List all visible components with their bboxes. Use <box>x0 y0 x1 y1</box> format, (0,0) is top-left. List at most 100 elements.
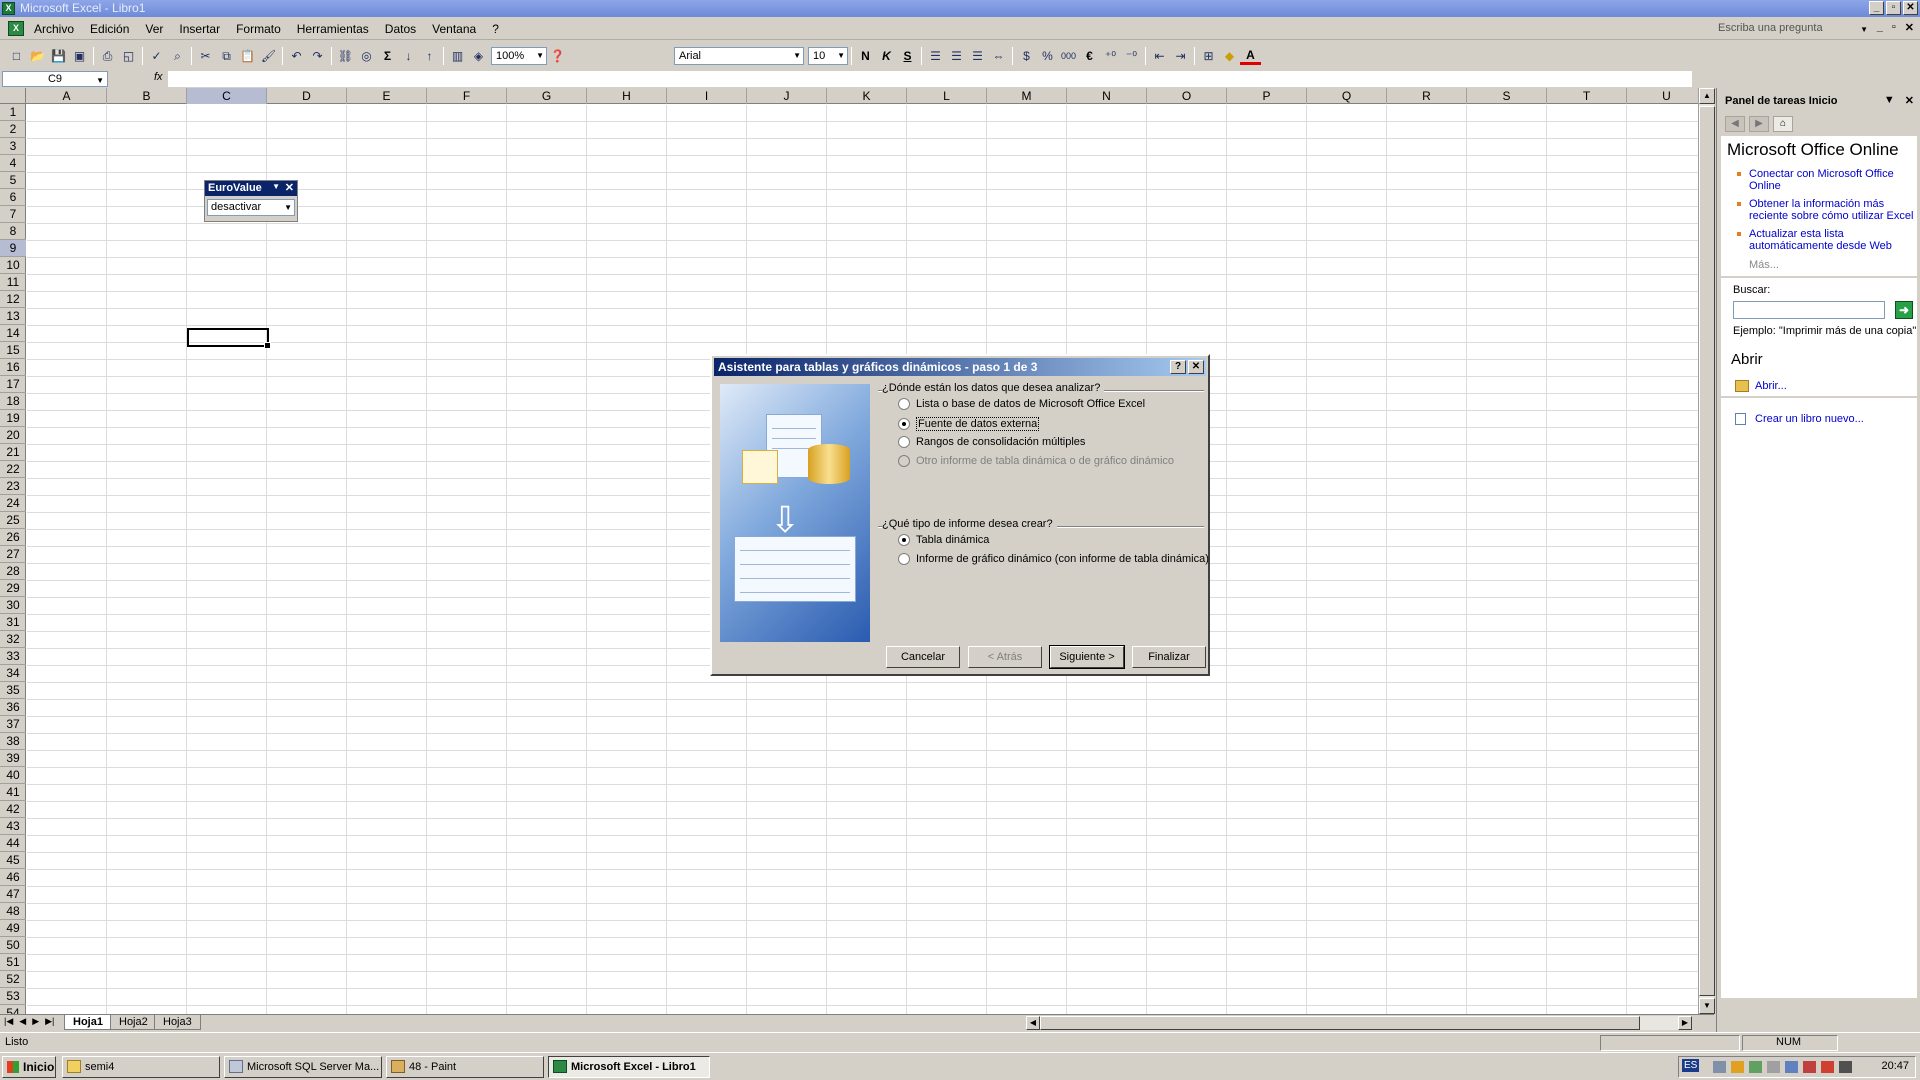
row-header-27[interactable]: 27 <box>0 546 26 563</box>
workbook-minimize-button[interactable]: _ <box>1877 21 1883 34</box>
finish-button[interactable]: Finalizar <box>1132 646 1206 668</box>
back-icon[interactable]: ◀ <box>1725 116 1745 132</box>
row-header-10[interactable]: 10 <box>0 257 26 274</box>
row-header-39[interactable]: 39 <box>0 750 26 767</box>
menu-item-formato[interactable]: Formato <box>236 22 281 36</box>
radio-excel-list[interactable]: Lista o base de datos de Microsoft Offic… <box>898 398 1145 410</box>
font-size-combo[interactable]: 10 ▼ <box>808 47 848 65</box>
decrease-decimal-icon[interactable]: ⁻⁰ <box>1121 46 1142 66</box>
column-header-n[interactable]: N <box>1067 88 1147 104</box>
row-header-31[interactable]: 31 <box>0 614 26 631</box>
menu-item-archivo[interactable]: Archivo <box>34 22 74 36</box>
bold-button[interactable]: N <box>855 46 876 66</box>
column-header-f[interactable]: F <box>427 88 507 104</box>
permission-icon[interactable]: ▣ <box>69 46 90 66</box>
row-header-2[interactable]: 2 <box>0 121 26 138</box>
radio-pivot-chart[interactable]: Informe de gráfico dinámico (con informe… <box>898 553 1209 565</box>
print-preview-icon[interactable]: ◱ <box>118 46 139 66</box>
row-header-52[interactable]: 52 <box>0 971 26 988</box>
sheet-tab-hoja3[interactable]: Hoja3 <box>154 1015 201 1030</box>
row-header-32[interactable]: 32 <box>0 631 26 648</box>
currency-icon[interactable]: $ <box>1016 46 1037 66</box>
save-icon[interactable]: 💾 <box>48 46 69 66</box>
row-header-30[interactable]: 30 <box>0 597 26 614</box>
align-center-icon[interactable]: ☰ <box>946 46 967 66</box>
menu-item-datos[interactable]: Datos <box>385 22 416 36</box>
open-icon[interactable]: 📂 <box>27 46 48 66</box>
minimize-button[interactable]: _ <box>1869 1 1884 15</box>
row-header-9[interactable]: 9 <box>0 240 26 257</box>
chart-wizard-icon[interactable]: ▥ <box>447 46 468 66</box>
column-header-q[interactable]: Q <box>1307 88 1387 104</box>
language-indicator[interactable]: ES <box>1682 1059 1700 1072</box>
row-header-14[interactable]: 14 <box>0 325 26 342</box>
row-header-33[interactable]: 33 <box>0 648 26 665</box>
volume-icon[interactable] <box>1839 1061 1852 1073</box>
restore-button[interactable]: ▫ <box>1886 1 1901 15</box>
increase-indent-icon[interactable]: ⇥ <box>1170 46 1191 66</box>
tray-app-icon[interactable] <box>1821 1061 1834 1073</box>
workbook-icon[interactable]: X <box>8 21 24 36</box>
tray-app-icon[interactable] <box>1731 1061 1744 1073</box>
radio-circle[interactable] <box>898 553 910 565</box>
sheet-tab-hoja2[interactable]: Hoja2 <box>110 1015 157 1030</box>
row-header-17[interactable]: 17 <box>0 376 26 393</box>
radio-circle[interactable] <box>898 534 910 546</box>
close-icon[interactable]: ✕ <box>1188 360 1204 374</box>
web-icon[interactable]: ◎ <box>356 46 377 66</box>
row-header-7[interactable]: 7 <box>0 206 26 223</box>
row-header-3[interactable]: 3 <box>0 138 26 155</box>
chevron-down-icon[interactable]: ▼ <box>837 51 845 60</box>
chevron-down-icon[interactable]: ▼ <box>1860 25 1868 34</box>
chevron-down-icon[interactable]: ▼ <box>1884 94 1895 107</box>
column-header-t[interactable]: T <box>1547 88 1627 104</box>
row-header-12[interactable]: 12 <box>0 291 26 308</box>
zoom-combo[interactable]: 100% ▼ <box>491 47 547 65</box>
prev-sheet-arrow[interactable]: ◀ <box>19 1016 26 1027</box>
row-header-35[interactable]: 35 <box>0 682 26 699</box>
menu-item-edicin[interactable]: Edición <box>90 22 129 36</box>
sort-ascending-icon[interactable]: ↓ <box>398 46 419 66</box>
eurovalue-title-bar[interactable]: EuroValue ▼ ✕ <box>205 181 297 196</box>
undo-icon[interactable]: ↶ <box>286 46 307 66</box>
row-header-38[interactable]: 38 <box>0 733 26 750</box>
column-header-l[interactable]: L <box>907 88 987 104</box>
row-header-18[interactable]: 18 <box>0 393 26 410</box>
menu-item-insertar[interactable]: Insertar <box>179 22 220 36</box>
taskbar-item-paint[interactable]: 48 - Paint <box>386 1056 544 1078</box>
dialog-title-bar[interactable]: Asistente para tablas y gráficos dinámic… <box>714 358 1206 376</box>
column-header-b[interactable]: B <box>107 88 187 104</box>
radio-external-source[interactable]: Fuente de datos externa <box>898 417 1040 431</box>
radio-circle[interactable] <box>898 436 910 448</box>
home-icon[interactable]: ⌂ <box>1773 116 1793 132</box>
thousands-button[interactable]: 000 <box>1058 46 1079 66</box>
row-header-51[interactable]: 51 <box>0 954 26 971</box>
row-header-45[interactable]: 45 <box>0 852 26 869</box>
row-header-34[interactable]: 34 <box>0 665 26 682</box>
paste-icon[interactable]: 📋 <box>237 46 258 66</box>
next-sheet-arrow[interactable]: ▶ <box>32 1016 39 1027</box>
name-box[interactable]: C9 ▼ <box>2 71 108 87</box>
row-header-8[interactable]: 8 <box>0 223 26 240</box>
column-header-g[interactable]: G <box>507 88 587 104</box>
radio-circle[interactable] <box>898 418 910 430</box>
sheet-tab-hoja1[interactable]: Hoja1 <box>64 1015 112 1030</box>
row-header-26[interactable]: 26 <box>0 529 26 546</box>
close-icon[interactable]: ✕ <box>1905 94 1914 107</box>
column-header-e[interactable]: E <box>347 88 427 104</box>
row-header-37[interactable]: 37 <box>0 716 26 733</box>
taskbar-item-semi4[interactable]: semi4 <box>62 1056 220 1078</box>
row-header-53[interactable]: 53 <box>0 988 26 1005</box>
row-header-36[interactable]: 36 <box>0 699 26 716</box>
menu-item-ver[interactable]: Ver <box>145 22 163 36</box>
radio-pivot-table[interactable]: Tabla dinámica <box>898 534 989 546</box>
row-header-16[interactable]: 16 <box>0 359 26 376</box>
row-header-42[interactable]: 42 <box>0 801 26 818</box>
column-header-s[interactable]: S <box>1467 88 1547 104</box>
borders-icon[interactable]: ⊞ <box>1198 46 1219 66</box>
research-icon[interactable]: ⌕ <box>167 46 188 66</box>
redo-icon[interactable]: ↷ <box>307 46 328 66</box>
row-header-50[interactable]: 50 <box>0 937 26 954</box>
eurovalue-select[interactable]: desactivar ▼ <box>207 199 295 216</box>
column-header-u[interactable]: U <box>1627 88 1698 104</box>
